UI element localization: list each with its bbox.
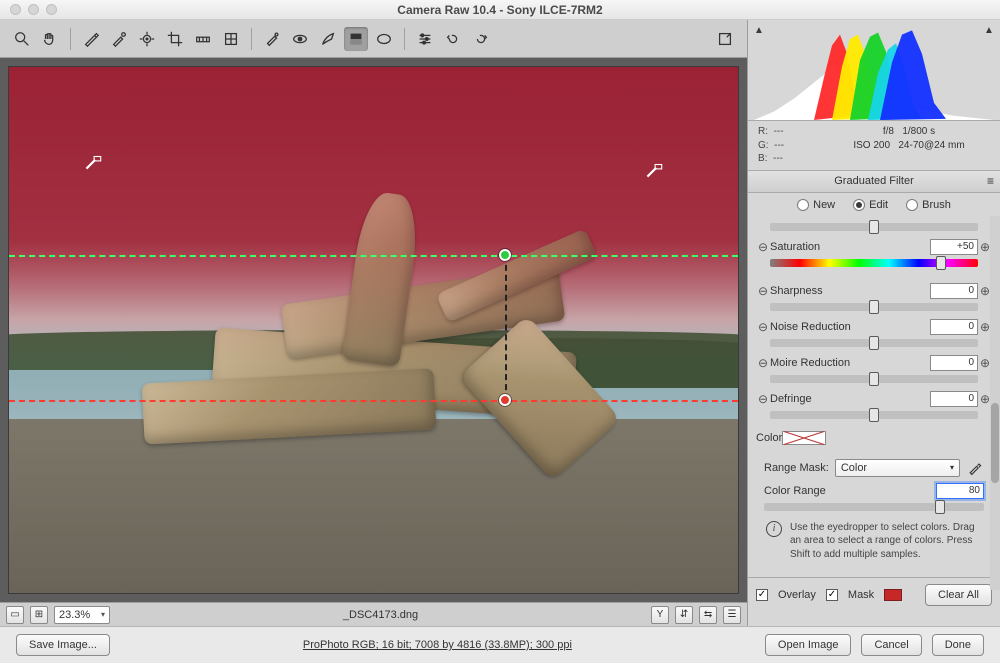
range-mask-select[interactable]: Color [835,459,960,477]
clear-all-button[interactable]: Clear All [925,584,992,606]
color-sampler-icon[interactable] [107,27,131,51]
sharpness-value[interactable]: 0 [930,283,978,299]
view-compare-icon[interactable]: ⊞ [30,606,48,624]
workflow-link[interactable]: ProPhoto RGB; 16 bit; 7008 by 4816 (33.8… [303,639,572,651]
sharpness-slider[interactable] [770,303,978,311]
noise-value[interactable]: 0 [930,319,978,335]
top-slider-partial[interactable] [770,223,978,231]
window-minimize[interactable] [28,4,39,15]
filename-label: _DSC4173.dng [343,609,418,621]
moire-value[interactable]: 0 [930,355,978,371]
transform-icon[interactable] [219,27,243,51]
toolbar [0,20,747,58]
rgb-readout: R: --- G: --- B: --- [758,125,828,166]
minus-icon[interactable] [756,392,770,406]
color-swatch[interactable] [782,431,826,445]
gradient-end-handle[interactable] [499,394,511,406]
gradient-end-line[interactable] [9,400,738,402]
minus-icon[interactable] [756,356,770,370]
zoom-select[interactable]: 23.3% [54,606,110,624]
preferences-icon[interactable] [413,27,437,51]
swap-icon[interactable]: ⇵ [675,606,693,624]
saturation-slider[interactable] [770,259,978,267]
info-icon: i [766,521,782,537]
color-label: Color [756,432,782,444]
panel-menu-icon[interactable]: ≡ [987,174,994,188]
gradient-start-handle[interactable] [499,249,511,261]
exif-readout: f/8 1/800 s ISO 200 24-70@24 mm [828,125,990,166]
noise-label: Noise Reduction [770,321,930,333]
minus-icon[interactable] [756,240,770,254]
mode-brush[interactable]: Brush [906,199,951,211]
mode-edit[interactable]: Edit [853,199,888,211]
color-range-label: Color Range [764,485,936,497]
overlay-label: Overlay [778,589,816,601]
eyedropper-icon[interactable] [966,459,984,477]
range-mask-label: Range Mask: [764,462,829,474]
window-close[interactable] [10,4,21,15]
saturation-value[interactable]: +50 [930,239,978,255]
graduated-filter-icon[interactable] [344,27,368,51]
window-title: Camera Raw 10.4 - Sony ILCE-7RM2 [0,3,1000,17]
mode-new[interactable]: New [797,199,835,211]
view-single-icon[interactable]: ▭ [6,606,24,624]
cancel-button[interactable]: Cancel [861,634,921,656]
rotate-cw-icon[interactable] [469,27,493,51]
window-zoom[interactable] [46,4,57,15]
defringe-slider[interactable] [770,411,978,419]
image-preview[interactable] [8,66,739,594]
noise-slider[interactable] [770,339,978,347]
crop-icon[interactable] [163,27,187,51]
prefs-sliders-icon[interactable]: ☰ [723,606,741,624]
mask-checkbox[interactable] [826,589,838,601]
mask-label: Mask [848,589,874,601]
before-after-icon[interactable]: Y [651,606,669,624]
panel-scrollbar[interactable] [990,216,1000,590]
open-image-button[interactable]: Open Image [765,634,852,656]
spot-removal-icon[interactable] [260,27,284,51]
hand-icon[interactable] [38,27,62,51]
minus-icon[interactable] [756,320,770,334]
white-balance-icon[interactable] [79,27,103,51]
overlay-checkbox[interactable] [756,589,768,601]
target-adjust-icon[interactable] [135,27,159,51]
histogram[interactable] [754,24,994,120]
color-range-value[interactable]: 80 [936,483,984,499]
sharpness-label: Sharpness [770,285,930,297]
fullscreen-icon[interactable] [713,27,737,51]
mask-color-swatch[interactable] [884,589,902,601]
saturation-label: Saturation [770,241,930,253]
adjustment-brush-icon[interactable] [316,27,340,51]
panel-title: Graduated Filter [834,175,913,187]
gradient-axis[interactable] [505,255,507,401]
rotate-ccw-icon[interactable] [441,27,465,51]
moire-label: Moire Reduction [770,357,930,369]
red-eye-icon[interactable] [288,27,312,51]
save-image-button[interactable]: Save Image... [16,634,110,656]
hint-text: Use the eyedropper to select colors. Dra… [790,521,982,562]
done-button[interactable]: Done [932,634,984,656]
defringe-value[interactable]: 0 [930,391,978,407]
radial-filter-icon[interactable] [372,27,396,51]
defringe-label: Defringe [770,393,930,405]
straighten-icon[interactable] [191,27,215,51]
color-range-slider[interactable] [764,503,984,511]
moire-slider[interactable] [770,375,978,383]
copy-settings-icon[interactable]: ⇆ [699,606,717,624]
zoom-icon[interactable] [10,27,34,51]
color-sample-pin[interactable] [82,151,104,173]
color-sample-pin[interactable] [643,159,665,181]
minus-icon[interactable] [756,284,770,298]
gradient-start-line[interactable] [9,255,738,257]
